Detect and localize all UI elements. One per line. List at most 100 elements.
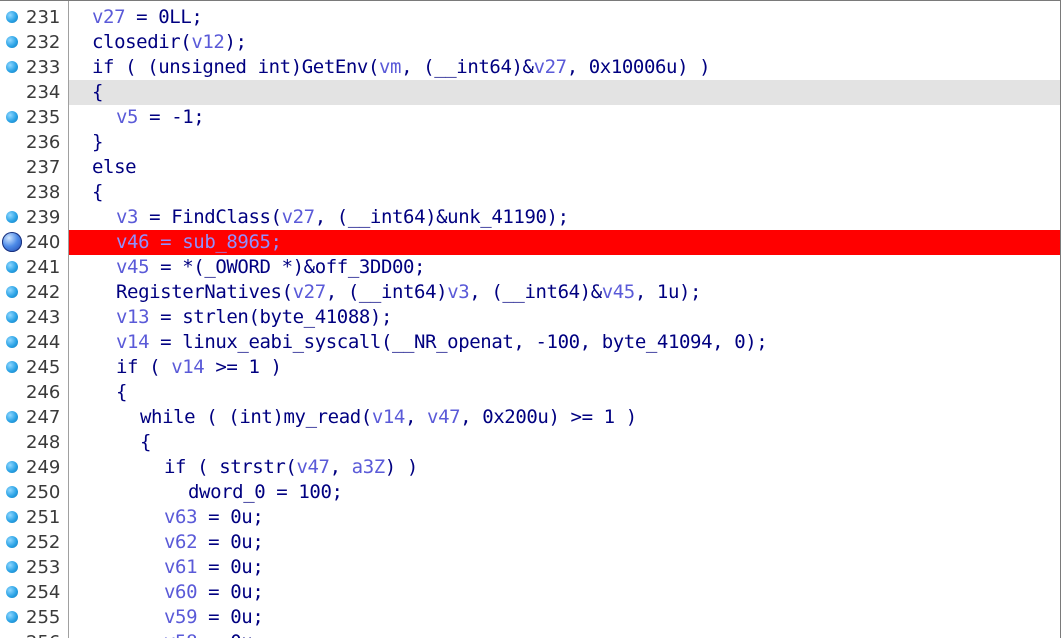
breakpoint-dot-icon[interactable]	[6, 311, 18, 323]
line-number: 241	[26, 257, 61, 278]
code-text[interactable]: v62 = 0u;	[164, 530, 264, 555]
active-breakpoint-icon[interactable]	[2, 232, 22, 252]
breakpoint-dot-icon[interactable]	[6, 336, 18, 348]
line-background	[69, 105, 1060, 130]
line-number: 237	[26, 157, 61, 178]
line-number: 254	[26, 582, 61, 603]
code-line-232[interactable]: 232 closedir(v12);	[0, 30, 1060, 55]
breakpoint-dot-icon[interactable]	[6, 61, 18, 73]
code-text[interactable]: {	[140, 430, 151, 455]
line-number: 248	[26, 432, 61, 453]
code-text[interactable]: v46 = sub_8965;	[116, 230, 282, 255]
code-line-235[interactable]: 235 v5 = -1;	[0, 105, 1060, 130]
line-background	[69, 130, 1060, 155]
code-line-245[interactable]: 245 if ( v14 >= 1 )	[0, 355, 1060, 380]
code-line-241[interactable]: 241 v45 = *(_OWORD *)&off_3DD00;	[0, 255, 1060, 280]
line-number: 243	[26, 307, 61, 328]
code-line-248[interactable]: 248 {	[0, 430, 1060, 455]
line-number: 235	[26, 107, 61, 128]
line-number: 231	[26, 7, 61, 28]
line-background	[69, 155, 1060, 180]
code-text[interactable]: v59 = 0u;	[164, 605, 264, 630]
code-text[interactable]: if ( strstr(v47, a3Z) )	[164, 455, 418, 480]
line-number: 244	[26, 332, 61, 353]
line-number: 255	[26, 607, 61, 628]
code-line-247[interactable]: 247 while ( (int)my_read(v14, v47, 0x200u…	[0, 405, 1060, 430]
code-line-246[interactable]: 246 {	[0, 380, 1060, 405]
code-text[interactable]: {	[92, 180, 103, 205]
code-line-233[interactable]: 233 if ( (unsigned int)GetEnv(vm, (__int6…	[0, 55, 1060, 80]
code-text[interactable]: else	[92, 155, 137, 180]
code-line-231[interactable]: 231 v27 = 0LL;	[0, 5, 1060, 30]
line-number: 239	[26, 207, 61, 228]
code-text[interactable]: if ( (unsigned int)GetEnv(vm, (__int64)&…	[92, 55, 711, 80]
line-number: 238	[26, 182, 61, 203]
code-line-253[interactable]: 253 v61 = 0u;	[0, 555, 1060, 580]
code-line-244[interactable]: 244 v14 = linux_eabi_syscall(__NR_openat,…	[0, 330, 1060, 355]
code-line-236[interactable]: 236}	[0, 130, 1060, 155]
breakpoint-dot-icon[interactable]	[6, 536, 18, 548]
code-text[interactable]: v5 = -1;	[116, 105, 205, 130]
code-line-251[interactable]: 251 v63 = 0u;	[0, 505, 1060, 530]
code-line-234[interactable]: 234 {	[0, 80, 1060, 105]
code-line-239[interactable]: 239 v3 = FindClass(v27, (__int64)&unk_411…	[0, 205, 1060, 230]
code-text[interactable]: v63 = 0u;	[164, 505, 264, 530]
code-line-243[interactable]: 243 v13 = strlen(byte_41088);	[0, 305, 1060, 330]
breakpoint-dot-icon[interactable]	[6, 511, 18, 523]
code-text[interactable]: dword_0 = 100;	[188, 480, 343, 505]
code-text[interactable]: v60 = 0u;	[164, 580, 264, 605]
code-line-254[interactable]: 254 v60 = 0u;	[0, 580, 1060, 605]
code-text[interactable]: while ( (int)my_read(v14, v47, 0x200u) >…	[140, 405, 637, 430]
breakpoint-dot-icon[interactable]	[6, 586, 18, 598]
code-line-250[interactable]: 250 dword_0 = 100;	[0, 480, 1060, 505]
line-number: 256	[26, 630, 66, 638]
line-number: 253	[26, 557, 61, 578]
breakpoint-dot-icon[interactable]	[6, 211, 18, 223]
line-background	[69, 80, 1060, 105]
code-text[interactable]: v13 = strlen(byte_41088);	[116, 305, 392, 330]
line-number: 234	[26, 82, 61, 103]
code-text[interactable]: closedir(v12);	[92, 30, 247, 55]
code-line-255[interactable]: 255 v59 = 0u;	[0, 605, 1060, 630]
code-text[interactable]: {	[116, 380, 127, 405]
code-text[interactable]: v61 = 0u;	[164, 555, 264, 580]
breakpoint-dot-icon[interactable]	[6, 611, 18, 623]
line-number: 250	[26, 482, 61, 503]
code-text[interactable]: v45 = *(_OWORD *)&off_3DD00;	[116, 255, 426, 280]
line-background	[69, 5, 1060, 30]
code-text[interactable]: RegisterNatives(v27, (__int64)v3, (__int…	[116, 280, 701, 305]
code-line-252[interactable]: 252 v62 = 0u;	[0, 530, 1060, 555]
line-number: 240	[26, 232, 61, 253]
breakpoint-dot-icon[interactable]	[6, 36, 18, 48]
code-text[interactable]: }	[92, 130, 103, 155]
breakpoint-dot-icon[interactable]	[6, 411, 18, 423]
code-line-238[interactable]: 238 {	[0, 180, 1060, 205]
code-text[interactable]: v58 = 0u;	[164, 630, 264, 638]
breakpoint-dot-icon[interactable]	[6, 461, 18, 473]
code-text[interactable]: v3 = FindClass(v27, (__int64)&unk_41190)…	[116, 205, 569, 230]
breakpoint-dot-icon[interactable]	[6, 486, 18, 498]
line-number: 251	[26, 507, 61, 528]
code-line-256[interactable]: 256 v58 = 0u;	[0, 630, 1060, 638]
line-number: 249	[26, 457, 61, 478]
code-line-240[interactable]: 240 v46 = sub_8965;	[0, 230, 1060, 255]
breakpoint-dot-icon[interactable]	[6, 11, 18, 23]
code-text[interactable]: v14 = linux_eabi_syscall(__NR_openat, -1…	[116, 330, 768, 355]
line-number: 232	[26, 32, 61, 53]
line-number: 242	[26, 282, 61, 303]
breakpoint-dot-icon[interactable]	[6, 561, 18, 573]
code-line-249[interactable]: 249 if ( strstr(v47, a3Z) )	[0, 455, 1060, 480]
breakpoint-dot-icon[interactable]	[6, 286, 18, 298]
line-number: 252	[26, 532, 61, 553]
code-text[interactable]: v27 = 0LL;	[92, 5, 203, 30]
line-number: 236	[26, 132, 61, 153]
breakpoint-dot-icon[interactable]	[6, 111, 18, 123]
code-text[interactable]: {	[92, 80, 103, 105]
line-number: 245	[26, 357, 61, 378]
code-text[interactable]: if ( v14 >= 1 )	[116, 355, 282, 380]
breakpoint-dot-icon[interactable]	[6, 361, 18, 373]
code-line-237[interactable]: 237 else	[0, 155, 1060, 180]
code-line-242[interactable]: 242 RegisterNatives(v27, (__int64)v3, (__…	[0, 280, 1060, 305]
breakpoint-dot-icon[interactable]	[6, 261, 18, 273]
pseudocode-editor[interactable]: 231 v27 = 0LL; 232 closedir(v12); 233 if ( (u…	[0, 0, 1061, 638]
